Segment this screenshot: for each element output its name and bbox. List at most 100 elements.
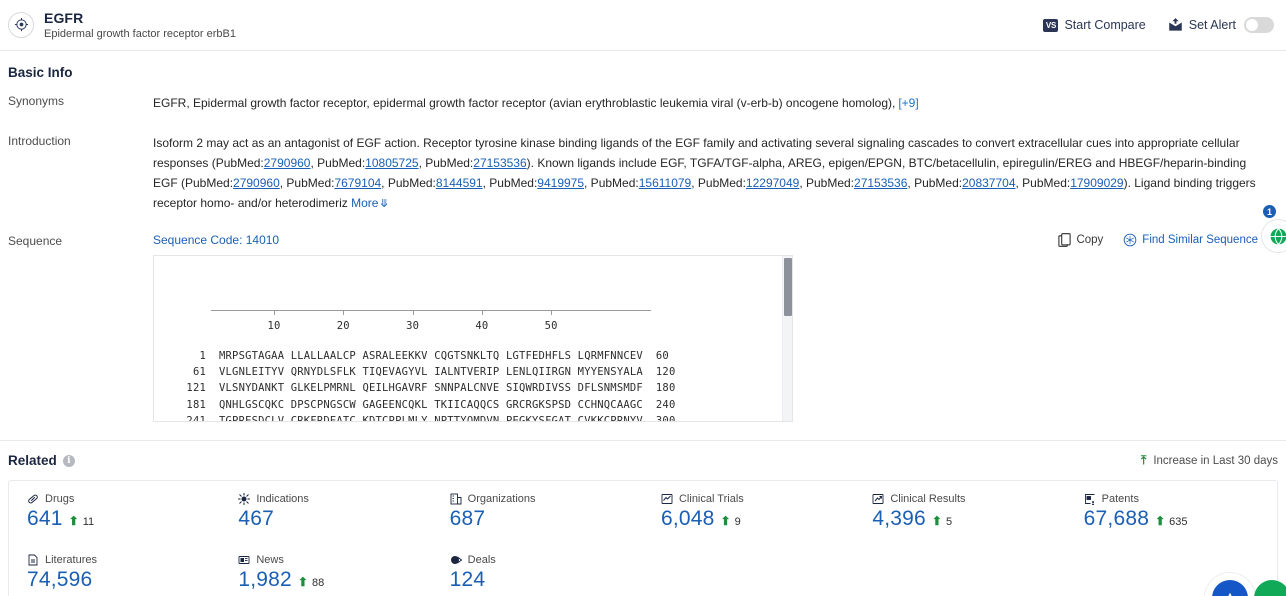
arrow-up-icon: ⬆ — [931, 514, 942, 528]
pubmed-link[interactable]: 12297049 — [746, 176, 799, 190]
card-value-row: 1,982 ⬆ 88 — [238, 568, 431, 592]
sequence-start-index: 61 — [192, 366, 206, 379]
card-label: Organizations — [467, 493, 536, 505]
synonyms-value: EGFR, Epidermal growth factor receptor, … — [153, 96, 896, 110]
card-label: News — [256, 554, 284, 566]
sequence-viewer[interactable]: 10 20 30 40 50 1 MRPSGTAGAA LLALLAALCP ASRALE… — [153, 255, 793, 422]
introduction-row: Introduction Isoform 2 may act as an ant… — [0, 133, 1286, 214]
pubmed-link[interactable]: 17909029 — [1070, 176, 1123, 190]
ruler-tick-mark — [551, 311, 553, 315]
card-header: Patents — [1084, 493, 1277, 505]
card-value-row: 74,596 — [27, 568, 220, 592]
basic-info-heading: Basic Info — [8, 65, 73, 80]
app-header: EGFR Epidermal growth factor receptor er… — [0, 0, 1286, 51]
pubmed-link[interactable]: 10805725 — [365, 156, 418, 170]
sequence-row: 121 VLSNYDANKT GLKELPMRNL QEILHGAVRF SNNP… — [154, 380, 792, 396]
pubmed-link[interactable]: 2790960 — [233, 176, 280, 190]
pubmed-link[interactable]: 27153536 — [854, 176, 907, 190]
card-label: Patents — [1101, 493, 1139, 505]
card-value-row: 6,048 ⬆ 9 — [661, 507, 854, 531]
card-value-row: 67,688 ⬆ 635 — [1084, 507, 1277, 531]
pubmed-link[interactable]: 27153536 — [473, 156, 526, 170]
synonyms-label: Synonyms — [8, 94, 65, 108]
ruler-tick-mark — [481, 311, 483, 315]
sequence-start-index: 121 — [186, 382, 206, 395]
sequence-residues: VLSNYDANKT GLKELPMRNL QEILHGAVRF SNNPALC… — [219, 382, 643, 395]
arrow-up-icon: ⬆ — [68, 514, 79, 528]
card-label: Deals — [467, 554, 496, 566]
pubmed-link[interactable]: 7679104 — [334, 176, 381, 190]
card-header: Organizations — [450, 493, 643, 505]
ruler-tick-label: 10 — [267, 320, 281, 332]
patent-icon — [1084, 493, 1096, 505]
sequence-start-index: 181 — [186, 398, 206, 411]
copy-label: Copy — [1076, 234, 1104, 246]
start-compare-label: Start Compare — [1064, 18, 1146, 32]
page-subtitle: Epidermal growth factor receptor erbB1 — [44, 27, 236, 40]
find-similar-sequence-button[interactable]: Find Similar Sequence — [1123, 233, 1258, 247]
pubmed-link[interactable]: 2790960 — [264, 156, 311, 170]
card-delta-group: ⬆ 88 — [298, 575, 324, 589]
card-label: Drugs — [45, 493, 75, 505]
card-value: 1,982 — [238, 568, 292, 591]
sequence-scrollbar-thumb[interactable] — [784, 258, 792, 316]
pubmed-link[interactable]: 8144591 — [436, 176, 483, 190]
chevron-down-icon: ⤋ — [379, 198, 389, 210]
virus-icon — [238, 493, 251, 505]
card-value-row: 4,396 ⬆ 5 — [872, 507, 1065, 531]
ruler-tick-label: 40 — [475, 320, 489, 332]
sequence-row: 181 QNHLGSCQKC DPSCPNGSCW GAGEENCQKL TKII… — [154, 397, 792, 413]
sequence-toolbar: Sequence Code: 14010 Copy Find Similar S… — [153, 233, 1286, 247]
info-icon[interactable]: i — [62, 454, 75, 467]
help-badge: 1 — [1263, 205, 1276, 218]
page-content: Basic Info Synonyms EGFR, Epidermal grow… — [0, 51, 1286, 596]
deal-icon — [450, 554, 462, 566]
card-label: Clinical Results — [890, 493, 966, 505]
ruler-tick-mark — [412, 311, 414, 315]
related-card-clinical-trials[interactable]: Clinical Trials 6,048 ⬆ 9 — [643, 481, 854, 542]
card-value-row: 124 — [450, 568, 643, 592]
card-label: Literatures — [45, 554, 97, 566]
start-compare-button[interactable]: VS Start Compare — [1043, 18, 1146, 32]
card-value: 4,396 — [872, 507, 926, 530]
copy-icon — [1058, 233, 1072, 247]
sequence-scrollbar[interactable] — [782, 256, 792, 421]
set-alert-toggle[interactable] — [1244, 17, 1274, 33]
sequence-ruler-numbers: 10 20 30 40 50 — [211, 320, 651, 332]
card-delta-group: ⬆ 635 — [1155, 514, 1187, 528]
pubmed-link[interactable]: 15611079 — [639, 176, 692, 190]
sequence-row: Sequence Sequence Code: 14010 Copy Find … — [0, 233, 1286, 422]
card-delta-value: 5 — [945, 516, 953, 528]
ruler-tick-label: 30 — [406, 320, 420, 332]
card-delta-value: 11 — [82, 516, 95, 528]
ruler-tick-mark — [343, 311, 345, 315]
introduction-more-link[interactable]: More⤋ — [351, 196, 389, 210]
related-card-drugs[interactable]: Drugs 641 ⬆ 11 — [9, 481, 220, 542]
synonyms-more-link[interactable]: [+9] — [898, 96, 918, 110]
card-value: 641 — [27, 507, 63, 530]
pubmed-link[interactable]: 20837704 — [962, 176, 1015, 190]
copy-button[interactable]: Copy — [1058, 233, 1103, 247]
introduction-label: Introduction — [8, 134, 71, 148]
sequence-content: 10 20 30 40 50 1 MRPSGTAGAA LLALLAALCP ASRALE… — [154, 256, 792, 422]
card-header: Drugs — [27, 493, 220, 505]
card-header: Clinical Trials — [661, 493, 854, 505]
related-card-clinical-results[interactable]: Clinical Results 4,396 ⬆ 5 — [854, 481, 1065, 542]
clinical-result-icon — [872, 493, 884, 505]
related-card-news[interactable]: News 1,982 ⬆ 88 — [220, 542, 431, 596]
arrow-up-icon: ⬆ — [720, 514, 731, 528]
sequence-residues: QNHLGSCQKC DPSCPNGSCW GAGEENCQKL TKIICAQ… — [219, 398, 643, 411]
related-card-indications[interactable]: Indications 467 — [220, 481, 431, 542]
related-card-organizations[interactable]: Organizations 687 — [432, 481, 643, 542]
sequence-end-index: 300 — [655, 414, 676, 422]
related-card-patents[interactable]: Patents 67,688 ⬆ 635 — [1066, 481, 1277, 542]
set-alert-control[interactable]: Set Alert — [1168, 17, 1274, 33]
sequence-code-link[interactable]: Sequence Code: 14010 — [153, 233, 279, 247]
pubmed-link[interactable]: 9419975 — [537, 176, 584, 190]
card-value: 687 — [449, 507, 486, 530]
related-card-literatures[interactable]: Literatures 74,596 — [9, 542, 220, 596]
related-card-deals[interactable]: Deals 124 — [432, 542, 643, 596]
introduction-value: Isoform 2 may act as an antagonist of EG… — [153, 133, 1268, 214]
increase-legend-label: Increase in Last 30 days — [1153, 454, 1278, 467]
card-header: News — [238, 554, 431, 566]
